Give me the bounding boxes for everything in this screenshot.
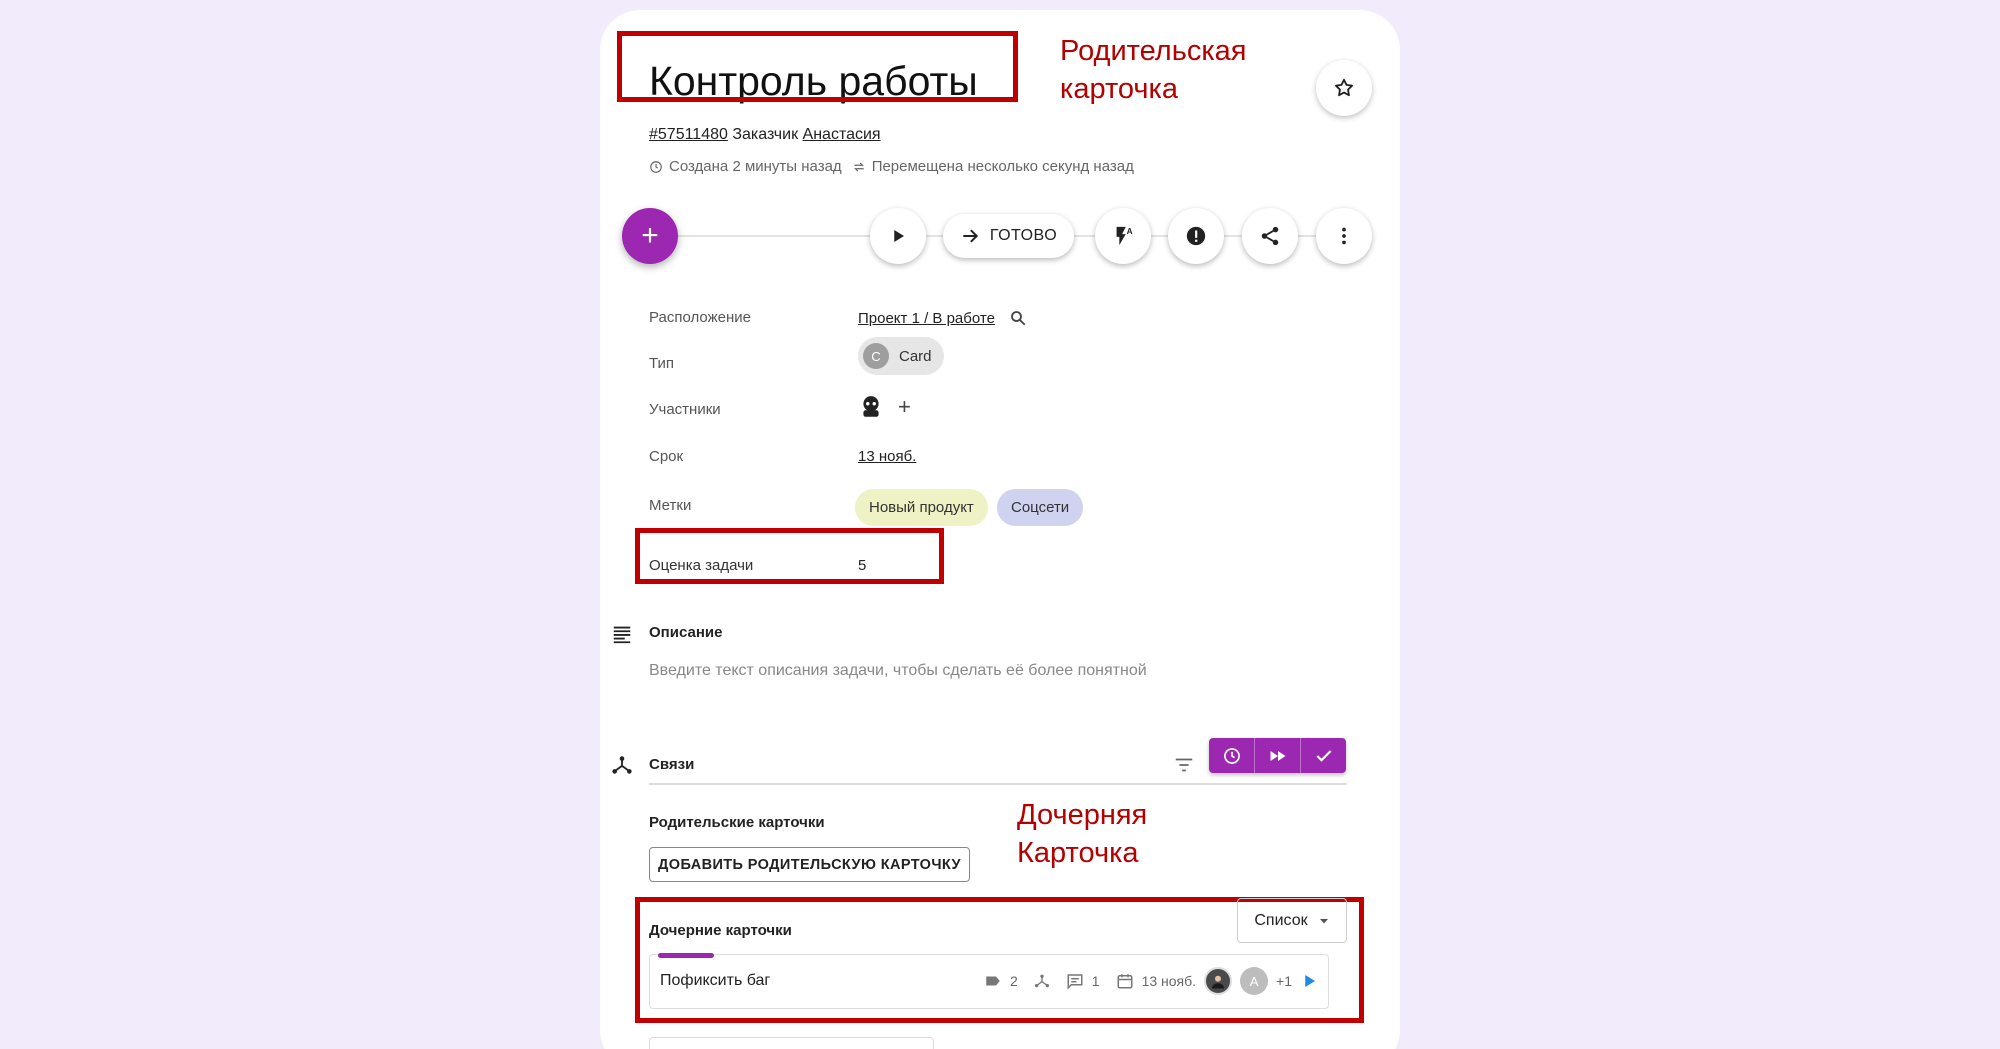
links-title: Связи — [649, 756, 695, 773]
add-button[interactable]: + — [622, 208, 678, 264]
share-button[interactable] — [1242, 208, 1298, 264]
add-parent-card-button[interactable]: ДОБАВИТЬ РОДИТЕЛЬСКУЮ КАРТОЧКУ — [649, 847, 970, 882]
annotation-box-title — [617, 31, 1018, 102]
alert-icon — [1186, 226, 1206, 246]
deadline-label: Срок — [649, 448, 684, 465]
tags-count: 2 — [1009, 973, 1018, 989]
clock-icon — [650, 160, 662, 173]
add-member-button[interactable]: + — [898, 394, 911, 420]
block-button[interactable] — [1168, 208, 1224, 264]
ready-button[interactable]: ГОТОВО — [943, 214, 1074, 258]
customer-label: Заказчик — [732, 126, 799, 143]
share-icon — [1261, 226, 1279, 246]
notes-icon — [613, 626, 631, 644]
next-card-edge — [649, 1037, 934, 1049]
user-avatar: A — [1240, 967, 1269, 995]
calendar-icon — [1117, 974, 1133, 989]
annotation-parent-card: Родительская карточка — [1060, 35, 1247, 105]
description-input[interactable]: Введите текст описания задачи, чтобы сде… — [649, 662, 1147, 680]
done-toggle[interactable] — [1301, 738, 1346, 773]
location-row: Проект 1 / В работе — [858, 309, 1027, 327]
type-label: Тип — [649, 355, 675, 372]
ready-label: ГОТОВО — [989, 227, 1058, 244]
start-button[interactable] — [870, 208, 926, 264]
members-label: Участники — [649, 401, 721, 418]
customer-link[interactable]: Анастасия — [803, 126, 881, 143]
flash-auto-icon: A — [1116, 226, 1133, 246]
card-color-bar — [658, 953, 714, 958]
child-card-name: Пофиксить баг — [660, 972, 771, 989]
links-icon — [612, 756, 632, 774]
card-meta: #57511480 Заказчик Анастасия — [649, 126, 881, 144]
tags-label: Метки — [649, 497, 692, 514]
created-text: Создана 2 минуты назад — [669, 158, 842, 175]
automation-button[interactable]: A — [1095, 208, 1151, 264]
svg-text:A: A — [1127, 227, 1133, 236]
tag-chip[interactable]: Новый продукт — [855, 489, 988, 526]
view-select[interactable]: Список — [1237, 898, 1347, 943]
description-title: Описание — [649, 624, 723, 641]
robot-avatar-icon[interactable] — [858, 394, 884, 420]
more-vertical-icon — [1342, 227, 1346, 245]
queued-toggle[interactable] — [1255, 738, 1301, 773]
tag-label: Новый продукт — [869, 499, 974, 516]
tag-chip[interactable]: Соцсети — [997, 489, 1084, 526]
card-id-link[interactable]: #57511480 — [649, 126, 728, 143]
dropdown-arrow-icon — [1319, 918, 1328, 923]
view-select-value: Список — [1254, 911, 1308, 929]
comments-count: 1 — [1091, 973, 1100, 989]
child-cards-title: Дочерние карточки — [649, 922, 792, 939]
more-button[interactable] — [1316, 208, 1372, 264]
deadline-link[interactable]: 13 нояб. — [858, 448, 916, 465]
clock-icon — [1223, 747, 1240, 764]
favorite-button[interactable] — [1316, 60, 1372, 116]
card-panel: Контроль работы Родительская карточка #5… — [600, 10, 1400, 1049]
members-row: + — [858, 394, 911, 420]
child-card-item[interactable]: Пофиксить баг 2 1 13 нояб. A +1 — [649, 953, 1329, 1009]
location-link[interactable]: Проект 1 / В работе — [858, 310, 995, 327]
fast-forward-icon — [1270, 750, 1285, 761]
play-icon — [894, 230, 904, 242]
moved-text: Перемещена несколько секунд назад — [871, 158, 1134, 175]
filter-icon[interactable] — [1173, 754, 1195, 776]
person-icon — [1212, 975, 1225, 989]
tag-icon — [986, 976, 1000, 986]
star-icon — [1335, 78, 1353, 97]
extra-members-count: +1 — [1276, 973, 1292, 989]
due-date: 13 нояб. — [1141, 973, 1197, 989]
search-icon[interactable] — [1009, 309, 1027, 327]
card-history: Создана 2 минуты назад Перемещена нескол… — [649, 158, 1134, 175]
child-card-meta: 2 1 13 нояб. A +1 — [984, 967, 1318, 995]
play-icon[interactable] — [1300, 972, 1318, 990]
type-chip[interactable]: C Card — [858, 337, 944, 375]
arrow-right-icon — [963, 229, 978, 243]
in-progress-toggle[interactable] — [1209, 738, 1255, 773]
swap-icon — [853, 162, 864, 171]
annotation-box-estimate — [635, 528, 944, 584]
tag-label: Соцсети — [1011, 499, 1070, 516]
links-icon — [1034, 974, 1049, 988]
check-icon — [1316, 749, 1331, 762]
location-label: Расположение — [649, 309, 751, 326]
type-value: Card — [899, 347, 932, 365]
links-divider — [649, 783, 1347, 785]
comment-icon — [1067, 974, 1083, 990]
parent-cards-title: Родительские карточки — [649, 814, 825, 831]
user-avatar — [1204, 967, 1233, 995]
links-filter-toggle-group — [1209, 738, 1346, 773]
type-avatar: C — [863, 343, 889, 369]
annotation-child-card: Дочерняя Карточка — [1017, 799, 1148, 869]
